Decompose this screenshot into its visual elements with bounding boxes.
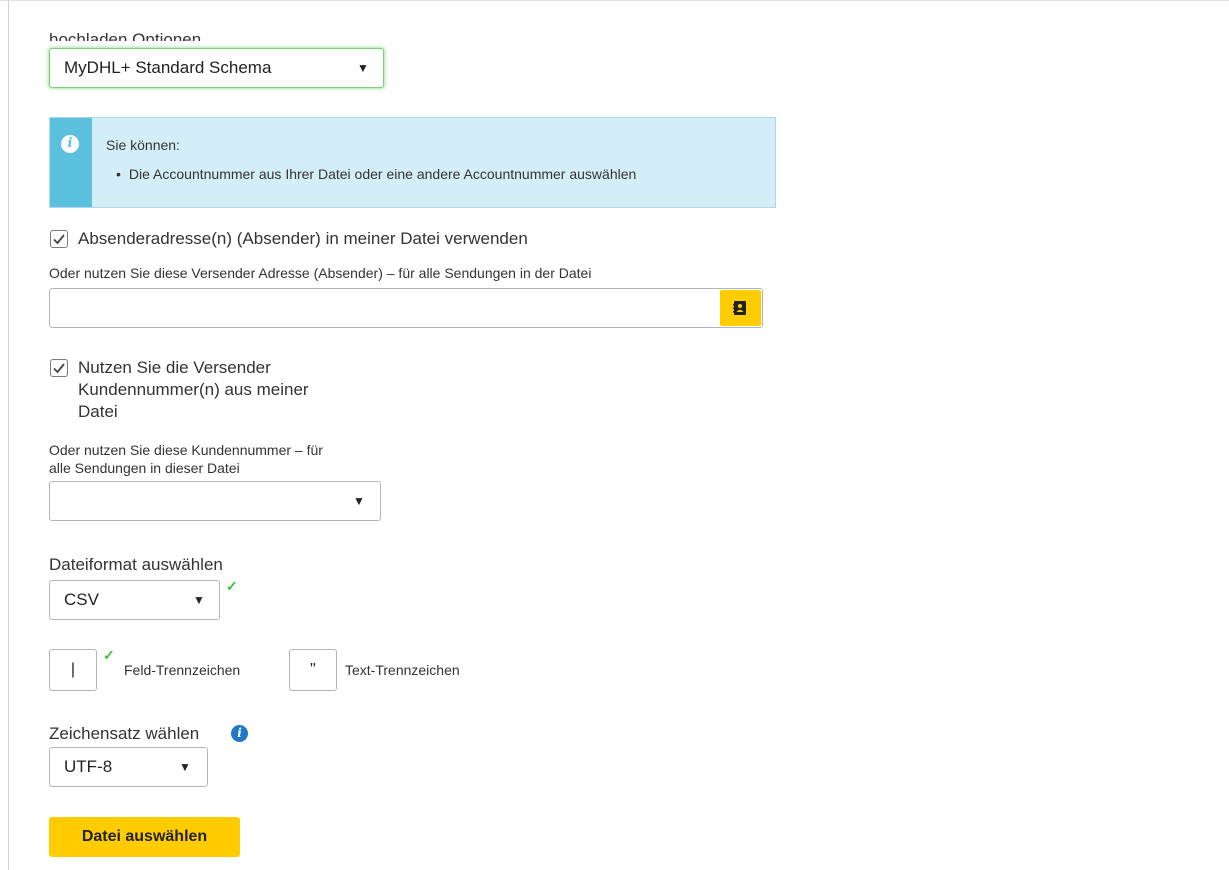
shipper-address-alt-label: Oder nutzen Sie diese Versender Adresse … — [49, 265, 592, 281]
info-icon: i — [61, 135, 79, 153]
shipper-address-checkbox[interactable] — [50, 230, 68, 248]
schema-select-value: MyDHL+ Standard Schema — [64, 58, 272, 77]
field-separator-input[interactable]: | — [49, 649, 97, 691]
chevron-down-icon: ▼ — [193, 593, 205, 607]
left-border — [8, 0, 9, 870]
customer-number-select[interactable]: ▼ — [49, 481, 381, 521]
chevron-down-icon: ▼ — [179, 760, 191, 774]
address-book-button[interactable] — [720, 290, 761, 326]
info-title: Sie können: — [106, 137, 180, 153]
charset-label: Zeichensatz wählen — [49, 724, 200, 743]
upload-options-label: hochladen Optionen — [49, 30, 202, 41]
choose-file-button[interactable]: Datei auswählen — [49, 817, 240, 857]
file-format-select[interactable]: CSV ▼ — [49, 580, 220, 620]
address-book-icon — [733, 301, 746, 315]
valid-check-icon: ✓ — [103, 647, 115, 663]
shipper-address-checkbox-label: Absenderadresse(n) (Absender) in meiner … — [78, 229, 528, 248]
field-separator-label: Feld-Trennzeichen — [124, 662, 241, 678]
info-box: i Sie können: Die Accountnummer aus Ihre… — [49, 117, 776, 208]
text-separator-label: Text-Trennzeichen — [345, 662, 460, 678]
schema-select[interactable]: MyDHL+ Standard Schema ▼ — [49, 48, 384, 88]
customer-number-alt-label: Oder nutzen Sie diese Kundennummer – für… — [49, 442, 323, 476]
chevron-down-icon: ▼ — [353, 494, 365, 508]
customer-number-checkbox[interactable] — [50, 359, 68, 377]
customer-number-checkbox-label: Nutzen Sie die Versender Kundennummer(n)… — [78, 358, 309, 421]
charset-info-icon[interactable]: i — [231, 725, 248, 742]
text-separator-input[interactable]: " — [289, 649, 337, 691]
file-format-label: Dateiformat auswählen — [49, 555, 223, 574]
shipper-address-input[interactable] — [49, 288, 763, 328]
chevron-down-icon: ▼ — [357, 61, 369, 75]
checkmark-icon — [53, 363, 65, 374]
charset-select-value: UTF-8 — [64, 757, 113, 776]
top-border — [0, 0, 1229, 1]
file-format-select-value: CSV — [64, 590, 99, 609]
charset-select[interactable]: UTF-8 ▼ — [49, 747, 208, 787]
checkmark-icon — [53, 234, 65, 245]
info-bar: i — [50, 118, 92, 207]
info-bullet: Die Accountnummer aus Ihrer Datei oder e… — [116, 166, 636, 182]
valid-check-icon: ✓ — [226, 578, 238, 594]
